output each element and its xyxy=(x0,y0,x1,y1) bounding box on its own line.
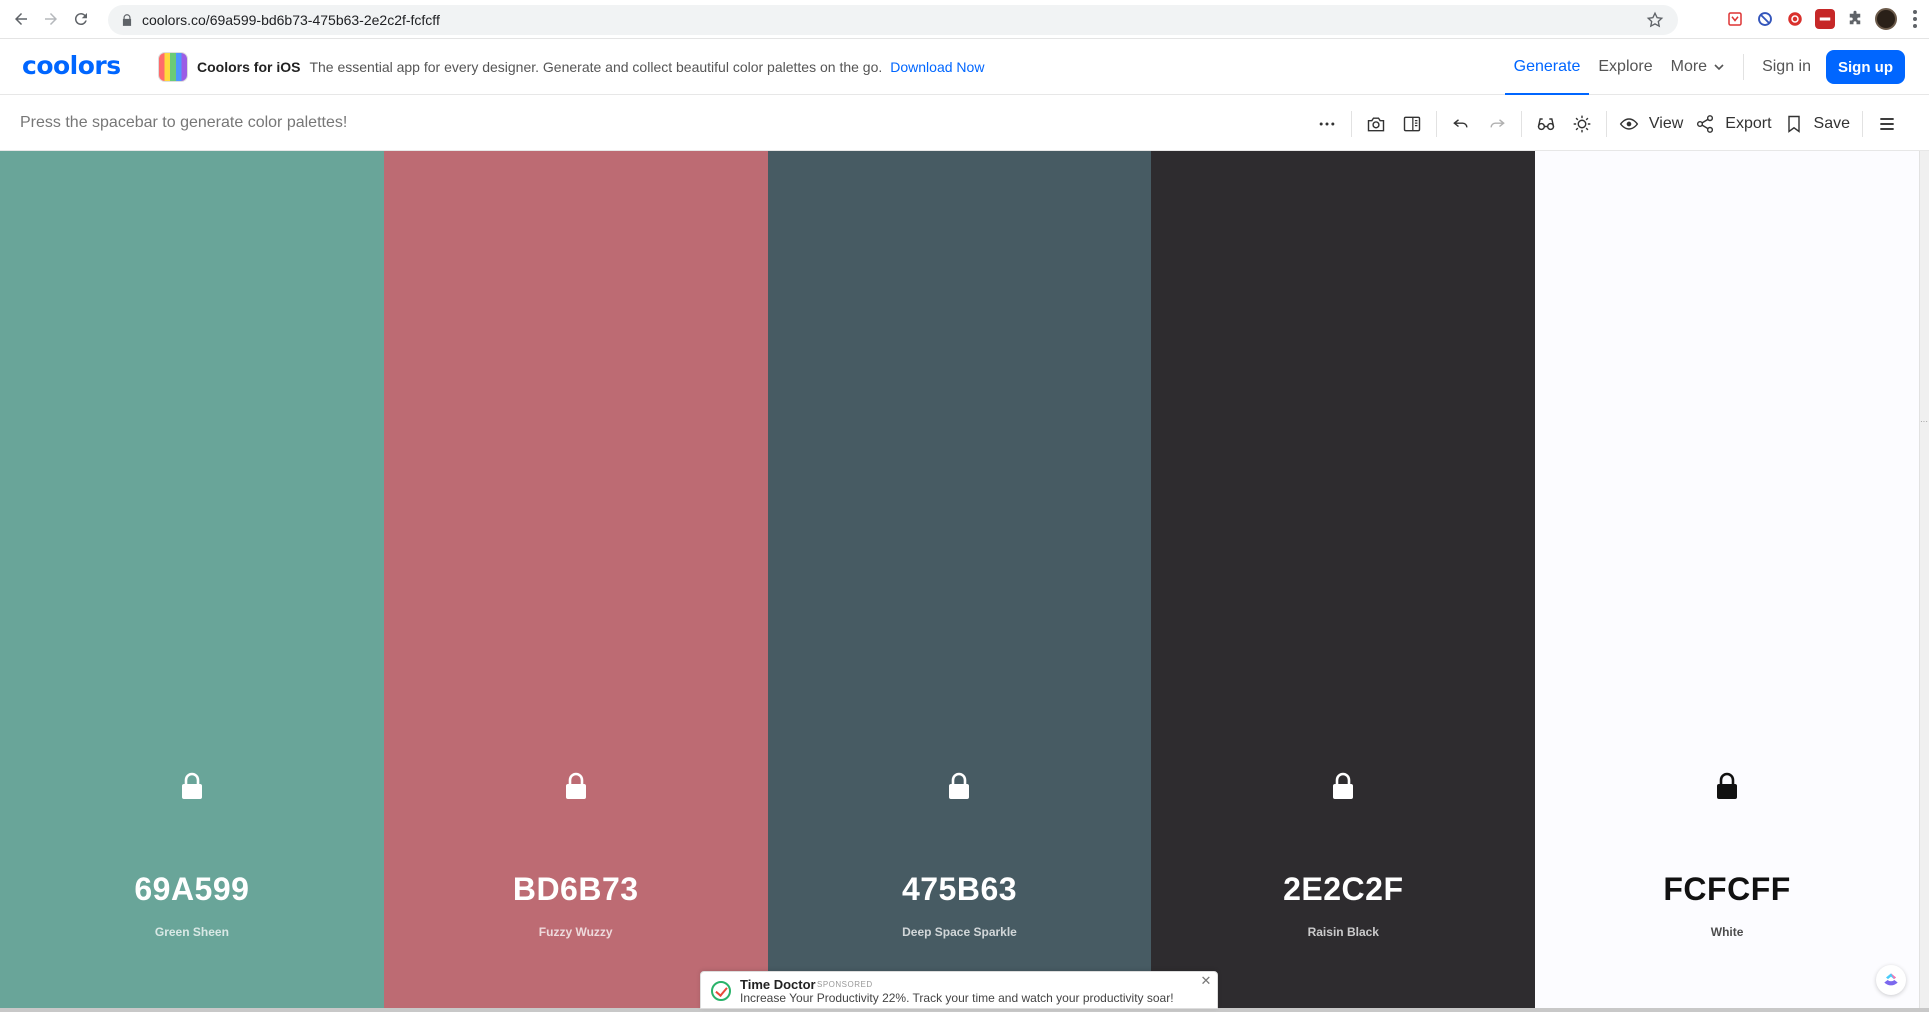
lock-icon[interactable] xyxy=(179,772,205,800)
forward-button[interactable] xyxy=(36,4,66,34)
nav-more-label: More xyxy=(1670,58,1708,75)
spacebar-hint: Press the spacebar to generate color pal… xyxy=(20,114,348,131)
clickup-logo-icon xyxy=(1884,973,1898,986)
adjust-palette-button[interactable] xyxy=(1564,106,1600,142)
toolbar-actions: View Export Save xyxy=(1309,96,1905,151)
back-button[interactable] xyxy=(6,4,36,34)
lock-icon xyxy=(122,14,132,26)
toolbar-divider xyxy=(1435,110,1437,137)
side-panel-edge[interactable] xyxy=(1919,151,1929,1009)
side-panel-icon xyxy=(1403,116,1421,131)
lock-icon[interactable] xyxy=(1714,772,1740,800)
color-swatch[interactable]: 69A599 Green Sheen xyxy=(0,151,384,1009)
profile-avatar[interactable] xyxy=(1875,8,1897,30)
color-name: Green Sheen xyxy=(154,925,229,939)
back-icon xyxy=(15,13,27,25)
color-hex-code[interactable]: 69A599 xyxy=(0,871,384,908)
camera-button[interactable] xyxy=(1358,106,1394,142)
promo-text: The essential app for every designer. Ge… xyxy=(309,59,883,75)
color-palette: 69A599 Green Sheen BD6B73 Fuzzy Wuzzy 47… xyxy=(0,151,1919,1009)
address-bar[interactable]: coolors.co/69a599-bd6b73-475b63-2e2c2f-f… xyxy=(108,5,1678,35)
color-hex-code[interactable]: 475B63 xyxy=(768,871,1152,908)
url-text: coolors.co/69a599-bd6b73-475b63-2e2c2f-f… xyxy=(142,12,440,28)
view-button[interactable]: View xyxy=(1613,106,1689,142)
color-name: White xyxy=(1710,925,1744,939)
app-header: coolors Coolors for iOS The essential ap… xyxy=(0,39,1929,95)
color-swatch[interactable]: FCFCFF White xyxy=(1535,151,1919,1009)
eye-icon xyxy=(1619,117,1639,130)
color-swatch[interactable]: 475B63 Deep Space Sparkle xyxy=(767,151,1152,1009)
toolbar-divider xyxy=(1520,110,1522,137)
forward-icon xyxy=(45,13,57,25)
color-name: Raisin Black xyxy=(1307,925,1379,939)
extension-icon-3[interactable] xyxy=(1785,9,1805,29)
ios-promo-banner: Coolors for iOS The essential app for ev… xyxy=(158,52,984,82)
bookmark-icon xyxy=(1787,115,1800,133)
extensions-puzzle-icon[interactable] xyxy=(1845,9,1865,29)
help-widget-button[interactable] xyxy=(1876,965,1906,995)
sponsored-ad[interactable]: Time Doctor SPONSORED Increase Your Prod… xyxy=(700,971,1218,1009)
color-hex-code[interactable]: FCFCFF xyxy=(1535,871,1919,908)
toolbar-divider xyxy=(1605,110,1607,137)
nav-generate[interactable]: Generate xyxy=(1504,39,1590,95)
coolors-logo[interactable]: coolors xyxy=(22,51,121,80)
extension-icon-1[interactable] xyxy=(1725,9,1745,29)
lock-icon[interactable] xyxy=(563,772,589,800)
view-label: View xyxy=(1648,114,1684,132)
nav-divider xyxy=(1743,54,1745,80)
toolbar-divider xyxy=(1350,110,1352,137)
browser-toolbar: coolors.co/69a599-bd6b73-475b63-2e2c2f-f… xyxy=(0,0,1929,39)
save-button[interactable]: Save xyxy=(1778,106,1856,142)
camera-icon xyxy=(1367,116,1385,131)
top-nav: Generate Explore More Sign in Sign up xyxy=(1504,39,1905,95)
toolbar-divider xyxy=(1862,110,1863,137)
browser-menu-kebab-icon[interactable] xyxy=(1907,9,1923,29)
sign-up-button[interactable]: Sign up xyxy=(1826,50,1905,84)
more-options-button[interactable] xyxy=(1309,106,1345,142)
ad-title: Time Doctor xyxy=(740,977,816,992)
promo-title: Coolors for iOS xyxy=(197,59,301,75)
color-blindness-button[interactable] xyxy=(1528,106,1564,142)
time-doctor-logo-icon xyxy=(711,981,731,1001)
export-label: Export xyxy=(1725,114,1772,132)
extension-icon-4[interactable] xyxy=(1815,9,1835,29)
color-hex-code[interactable]: BD6B73 xyxy=(384,871,768,908)
side-panel-button[interactable] xyxy=(1394,106,1430,142)
more-horizontal-icon xyxy=(1319,122,1335,125)
hamburger-menu-icon xyxy=(1880,117,1894,130)
reload-button[interactable] xyxy=(66,4,96,34)
lock-icon[interactable] xyxy=(1330,772,1356,800)
save-label: Save xyxy=(1813,114,1850,132)
extensions-bar xyxy=(1725,8,1923,30)
undo-icon xyxy=(1453,118,1468,127)
extension-icon-2[interactable] xyxy=(1755,9,1775,29)
close-icon[interactable]: ✕ xyxy=(1199,974,1213,988)
ios-app-icon xyxy=(158,52,188,82)
ad-text: Increase Your Productivity 22%. Track yo… xyxy=(740,991,1174,1005)
panel-handle-icon[interactable]: ··· xyxy=(1919,417,1929,429)
glasses-icon xyxy=(1537,117,1555,130)
reload-icon xyxy=(74,13,87,26)
color-swatch[interactable]: 2E2C2F Raisin Black xyxy=(1151,151,1536,1009)
nav-explore[interactable]: Explore xyxy=(1589,39,1661,95)
share-icon xyxy=(1697,114,1714,133)
export-button[interactable]: Export xyxy=(1689,106,1777,142)
lock-icon[interactable] xyxy=(946,772,972,800)
redo-icon xyxy=(1490,118,1505,127)
color-name: Fuzzy Wuzzy xyxy=(538,925,613,939)
redo-button[interactable] xyxy=(1479,106,1515,142)
nav-more[interactable]: More xyxy=(1662,39,1734,95)
sun-icon xyxy=(1573,115,1591,132)
color-hex-code[interactable]: 2E2C2F xyxy=(1151,871,1535,908)
undo-button[interactable] xyxy=(1443,106,1479,142)
sign-in-link[interactable]: Sign in xyxy=(1753,39,1820,95)
generator-toolbar: Press the spacebar to generate color pal… xyxy=(0,96,1929,151)
ad-sponsored-label: SPONSORED xyxy=(817,980,873,989)
color-swatch[interactable]: BD6B73 Fuzzy Wuzzy xyxy=(383,151,768,1009)
chevron-down-icon xyxy=(1714,64,1724,71)
color-name: Deep Space Sparkle xyxy=(902,925,1017,939)
download-now-link[interactable]: Download Now xyxy=(890,59,984,75)
hamburger-menu-button[interactable] xyxy=(1869,106,1905,142)
bookmark-star-icon[interactable] xyxy=(1646,11,1664,29)
